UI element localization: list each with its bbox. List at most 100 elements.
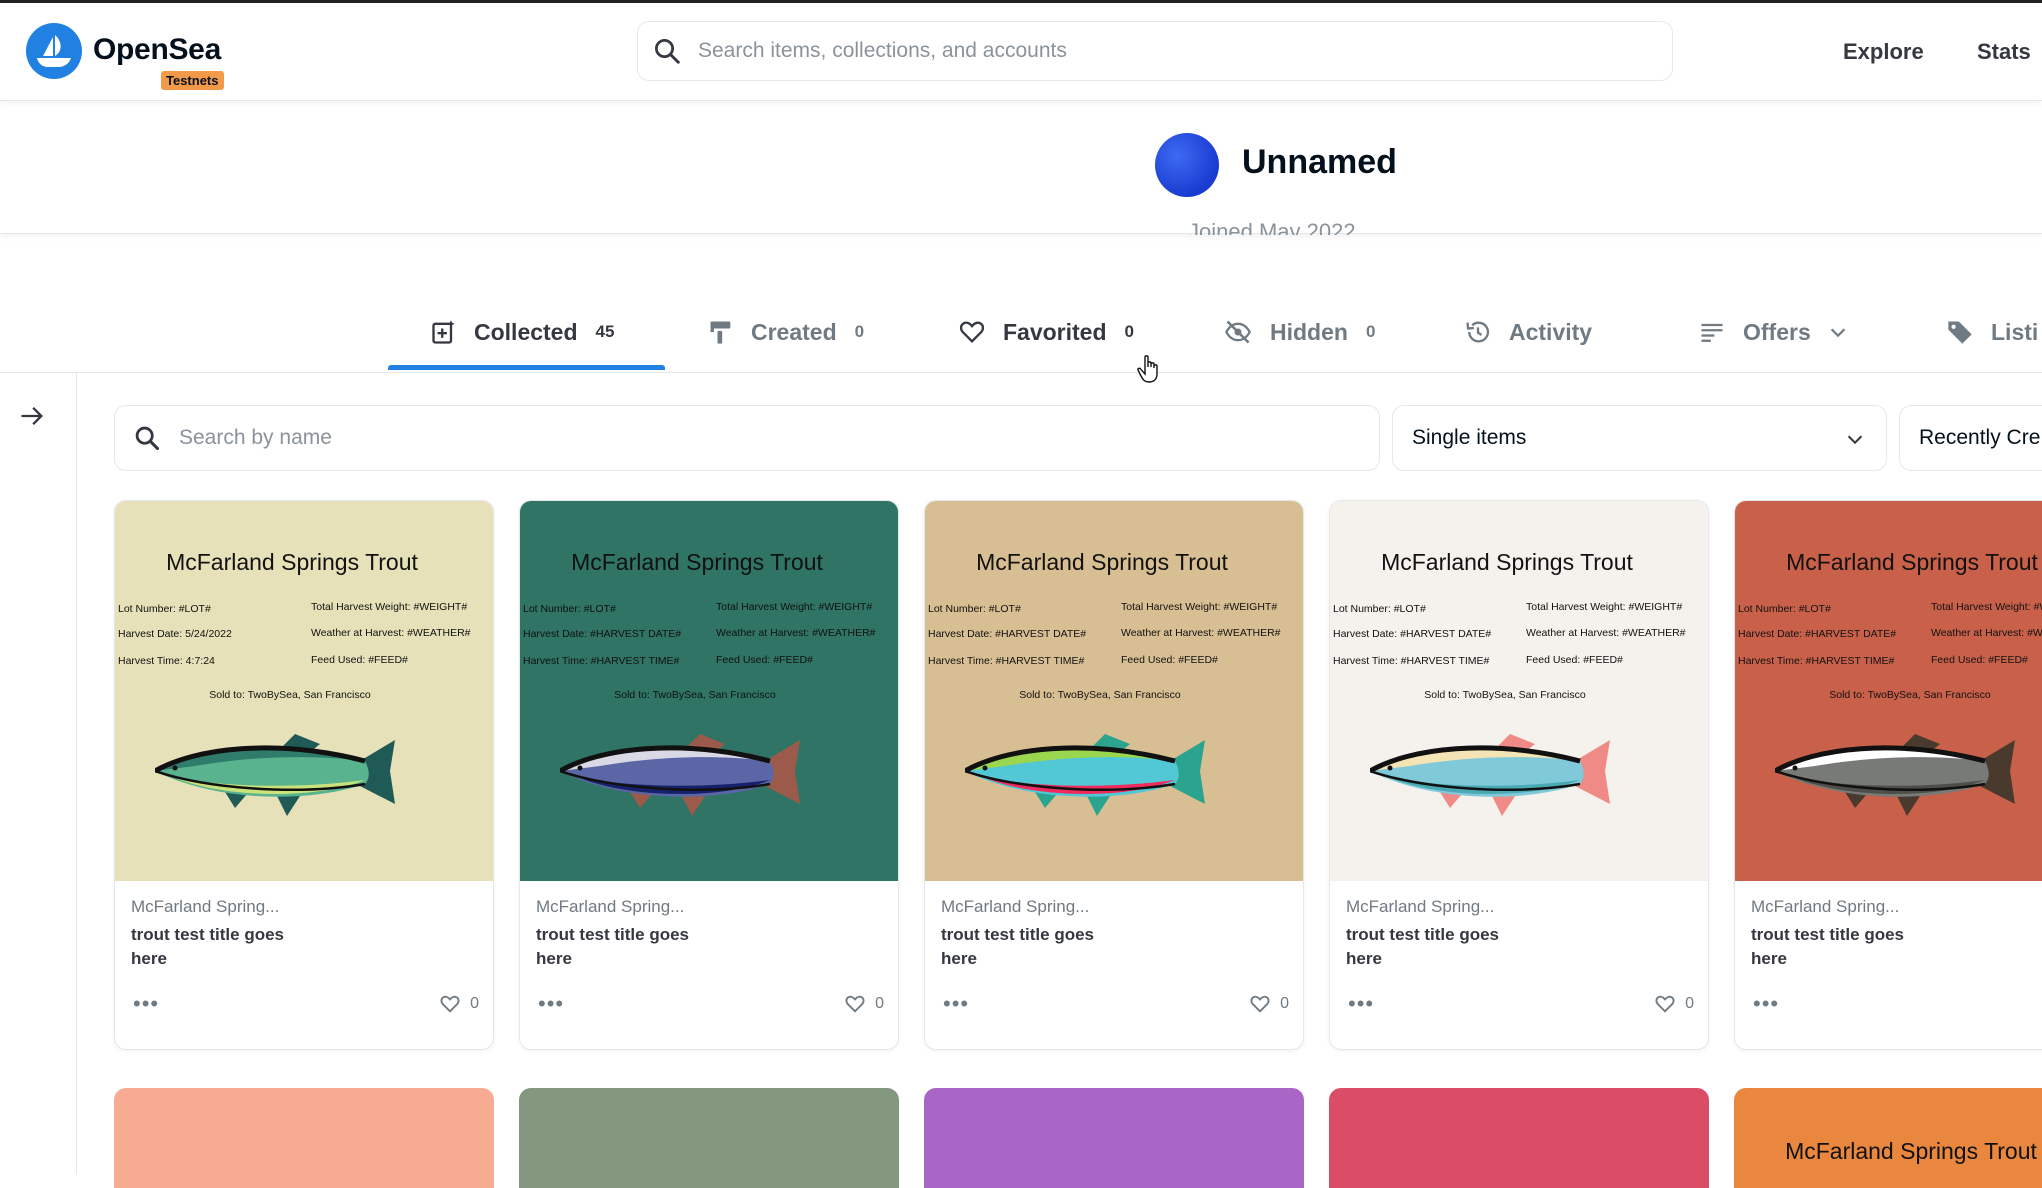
tab-hidden[interactable]: Hidden 0: [1222, 312, 1375, 352]
artwork-harvest-time: Harvest Time: #HARVEST TIME#: [523, 655, 680, 667]
trout-illustration: [560, 734, 800, 816]
nft-card[interactable]: McFarland Springs Trout Lot Number: #LOT…: [1734, 500, 2042, 1050]
artwork-feed: Feed Used: #FEED#: [716, 654, 813, 666]
more-options-icon[interactable]: •••: [538, 993, 564, 1015]
card-collection-name[interactable]: McFarland Spring...: [536, 897, 876, 917]
more-options-icon[interactable]: •••: [1753, 993, 1779, 1015]
favorite-count: 0: [1685, 995, 1694, 1012]
card-title-line1: trout test title goes: [536, 925, 690, 944]
card-collection-name[interactable]: McFarland Spring...: [1751, 897, 2042, 917]
eye-off-icon: [1225, 320, 1251, 344]
name-search-box[interactable]: [114, 405, 1380, 471]
brand-name[interactable]: OpenSea: [93, 33, 221, 67]
favorite-button[interactable]: 0: [843, 993, 884, 1015]
artwork-sold-to: Sold to: TwoBySea, San Francisco: [1829, 689, 1991, 701]
tab-collected-label: Collected: [474, 318, 578, 345]
card-title[interactable]: trout test title goes here: [536, 923, 876, 971]
nft-card-artwork[interactable]: McFarland Springs Trout: [1734, 1088, 2042, 1188]
artwork-lot: Lot Number: #LOT#: [118, 603, 211, 615]
card-title-line2: here: [131, 949, 167, 968]
heart-icon: [1655, 995, 1675, 1013]
heart-icon: [440, 995, 460, 1013]
card-title[interactable]: trout test title goes here: [1346, 923, 1686, 971]
favorite-button[interactable]: 0: [438, 993, 479, 1015]
card-collection-name[interactable]: McFarland Spring...: [131, 897, 471, 917]
opensea-logo-icon[interactable]: [26, 23, 82, 79]
items-type-select[interactable]: Single items: [1392, 405, 1887, 471]
nft-artwork[interactable]: McFarland Springs Trout Lot Number: #LOT…: [115, 501, 493, 881]
tag-icon: [1948, 321, 1972, 344]
nft-card-artwork[interactable]: [519, 1088, 899, 1188]
nav-stats-link[interactable]: Stats: [1977, 39, 2031, 65]
active-tab-indicator: [388, 365, 665, 370]
trout-illustration: [965, 734, 1205, 816]
trout-illustration: [1775, 734, 2015, 816]
more-options-icon[interactable]: •••: [943, 993, 969, 1015]
artwork-lot: Lot Number: #LOT#: [928, 603, 1021, 615]
nft-card[interactable]: McFarland Springs Trout Lot Number: #LOT…: [114, 500, 494, 1050]
artwork-sold-to: Sold to: TwoBySea, San Francisco: [614, 689, 776, 701]
profile-avatar[interactable]: [1155, 133, 1219, 197]
favorite-button[interactable]: 0: [1248, 993, 1289, 1015]
tab-collected-count: 45: [595, 322, 615, 341]
nft-artwork[interactable]: McFarland Springs Trout Lot Number: #LOT…: [925, 501, 1303, 881]
more-options-icon[interactable]: •••: [1348, 993, 1374, 1015]
arrow-right-icon[interactable]: [18, 402, 46, 430]
profile-tabs: Collected 45 Created 0 Favorited 0 Hidde…: [0, 300, 2042, 373]
nft-card[interactable]: McFarland Springs Trout Lot Number: #LOT…: [924, 500, 1304, 1050]
artwork-title: McFarland Springs Trout: [976, 549, 1228, 575]
card-title[interactable]: trout test title goes here: [941, 923, 1281, 971]
more-options-icon[interactable]: •••: [133, 993, 159, 1015]
testnets-badge: Testnets: [161, 71, 224, 90]
heart-icon: [1250, 995, 1270, 1013]
artwork-feed: Feed Used: #FEED#: [1526, 654, 1623, 666]
tab-created-count: 0: [854, 322, 865, 341]
nft-card[interactable]: McFarland Springs Trout Lot Number: #LOT…: [519, 500, 899, 1050]
tab-hidden-label: Hidden: [1270, 318, 1348, 345]
card-title[interactable]: trout test title goes here: [131, 923, 471, 971]
artwork-weight: Total Harvest Weight: #WEIGHT#: [1121, 601, 1278, 613]
card-collection-name[interactable]: McFarland Spring...: [1346, 897, 1686, 917]
artwork-weather: Weather at Harvest: #WEATHER#: [1526, 627, 1686, 639]
top-navbar: OpenSea Testnets Explore Stats: [0, 3, 2042, 101]
artwork-lot: Lot Number: #LOT#: [1738, 603, 1831, 615]
nft-artwork[interactable]: McFarland Springs Trout Lot Number: #LOT…: [1330, 501, 1708, 881]
global-search-input[interactable]: [696, 22, 1660, 80]
nft-card[interactable]: McFarland Springs Trout Lot Number: #LOT…: [1329, 500, 1709, 1050]
sort-value: Recently Cre: [1919, 426, 2041, 449]
tab-offers[interactable]: Offers: [1697, 312, 1849, 352]
name-search-input[interactable]: [177, 406, 1361, 470]
nft-artwork[interactable]: McFarland Springs Trout Lot Number: #LOT…: [1735, 501, 2042, 881]
nft-card-artwork[interactable]: [924, 1088, 1304, 1188]
joined-date: Joined May 2022: [1188, 219, 1356, 235]
tab-activity-label: Activity: [1509, 318, 1593, 345]
nft-artwork[interactable]: McFarland Springs Trout Lot Number: #LOT…: [520, 501, 898, 881]
nav-explore-link[interactable]: Explore: [1843, 39, 1924, 65]
artwork-harvest-date: Harvest Date: 5/24/2022: [118, 628, 232, 640]
artwork-weight: Total Harvest Weight: #WEIGHT#: [1526, 601, 1683, 613]
artwork-harvest-time: Harvest Time: #HARVEST TIME#: [928, 655, 1085, 667]
tab-favorited-label: Favorited: [1003, 318, 1107, 345]
chevron-down-icon: [1847, 435, 1863, 445]
tab-favorited[interactable]: Favorited 0: [957, 312, 1134, 352]
nft-card-artwork[interactable]: [114, 1088, 494, 1188]
card-info: McFarland Spring... trout test title goe…: [536, 897, 876, 971]
tab-created[interactable]: Created 0: [707, 312, 864, 352]
artwork-weather: Weather at Harvest: #WEATHER#: [1121, 627, 1281, 639]
tab-listings-label: Listi: [1991, 318, 2039, 345]
card-footer: •••: [1735, 991, 2042, 1031]
artwork-weight: Total Harvest Weight: #WEIGHT#: [1931, 601, 2042, 613]
tab-activity[interactable]: Activity: [1463, 312, 1592, 352]
tab-listings[interactable]: Listi: [1945, 312, 2038, 352]
artwork-harvest-date: Harvest Date: #HARVEST DATE#: [523, 628, 682, 640]
nft-card-artwork[interactable]: [1329, 1088, 1709, 1188]
favorite-button[interactable]: 0: [1653, 993, 1694, 1015]
chevron-down-icon: [1830, 328, 1845, 338]
favorite-count: 0: [470, 995, 479, 1012]
collected-icon: [432, 320, 455, 344]
card-collection-name[interactable]: McFarland Spring...: [941, 897, 1281, 917]
sort-select[interactable]: Recently Cre: [1899, 405, 2042, 471]
global-search-box[interactable]: [637, 21, 1673, 81]
card-title[interactable]: trout test title goes here: [1751, 923, 2042, 971]
tab-collected[interactable]: Collected 45: [430, 312, 614, 352]
